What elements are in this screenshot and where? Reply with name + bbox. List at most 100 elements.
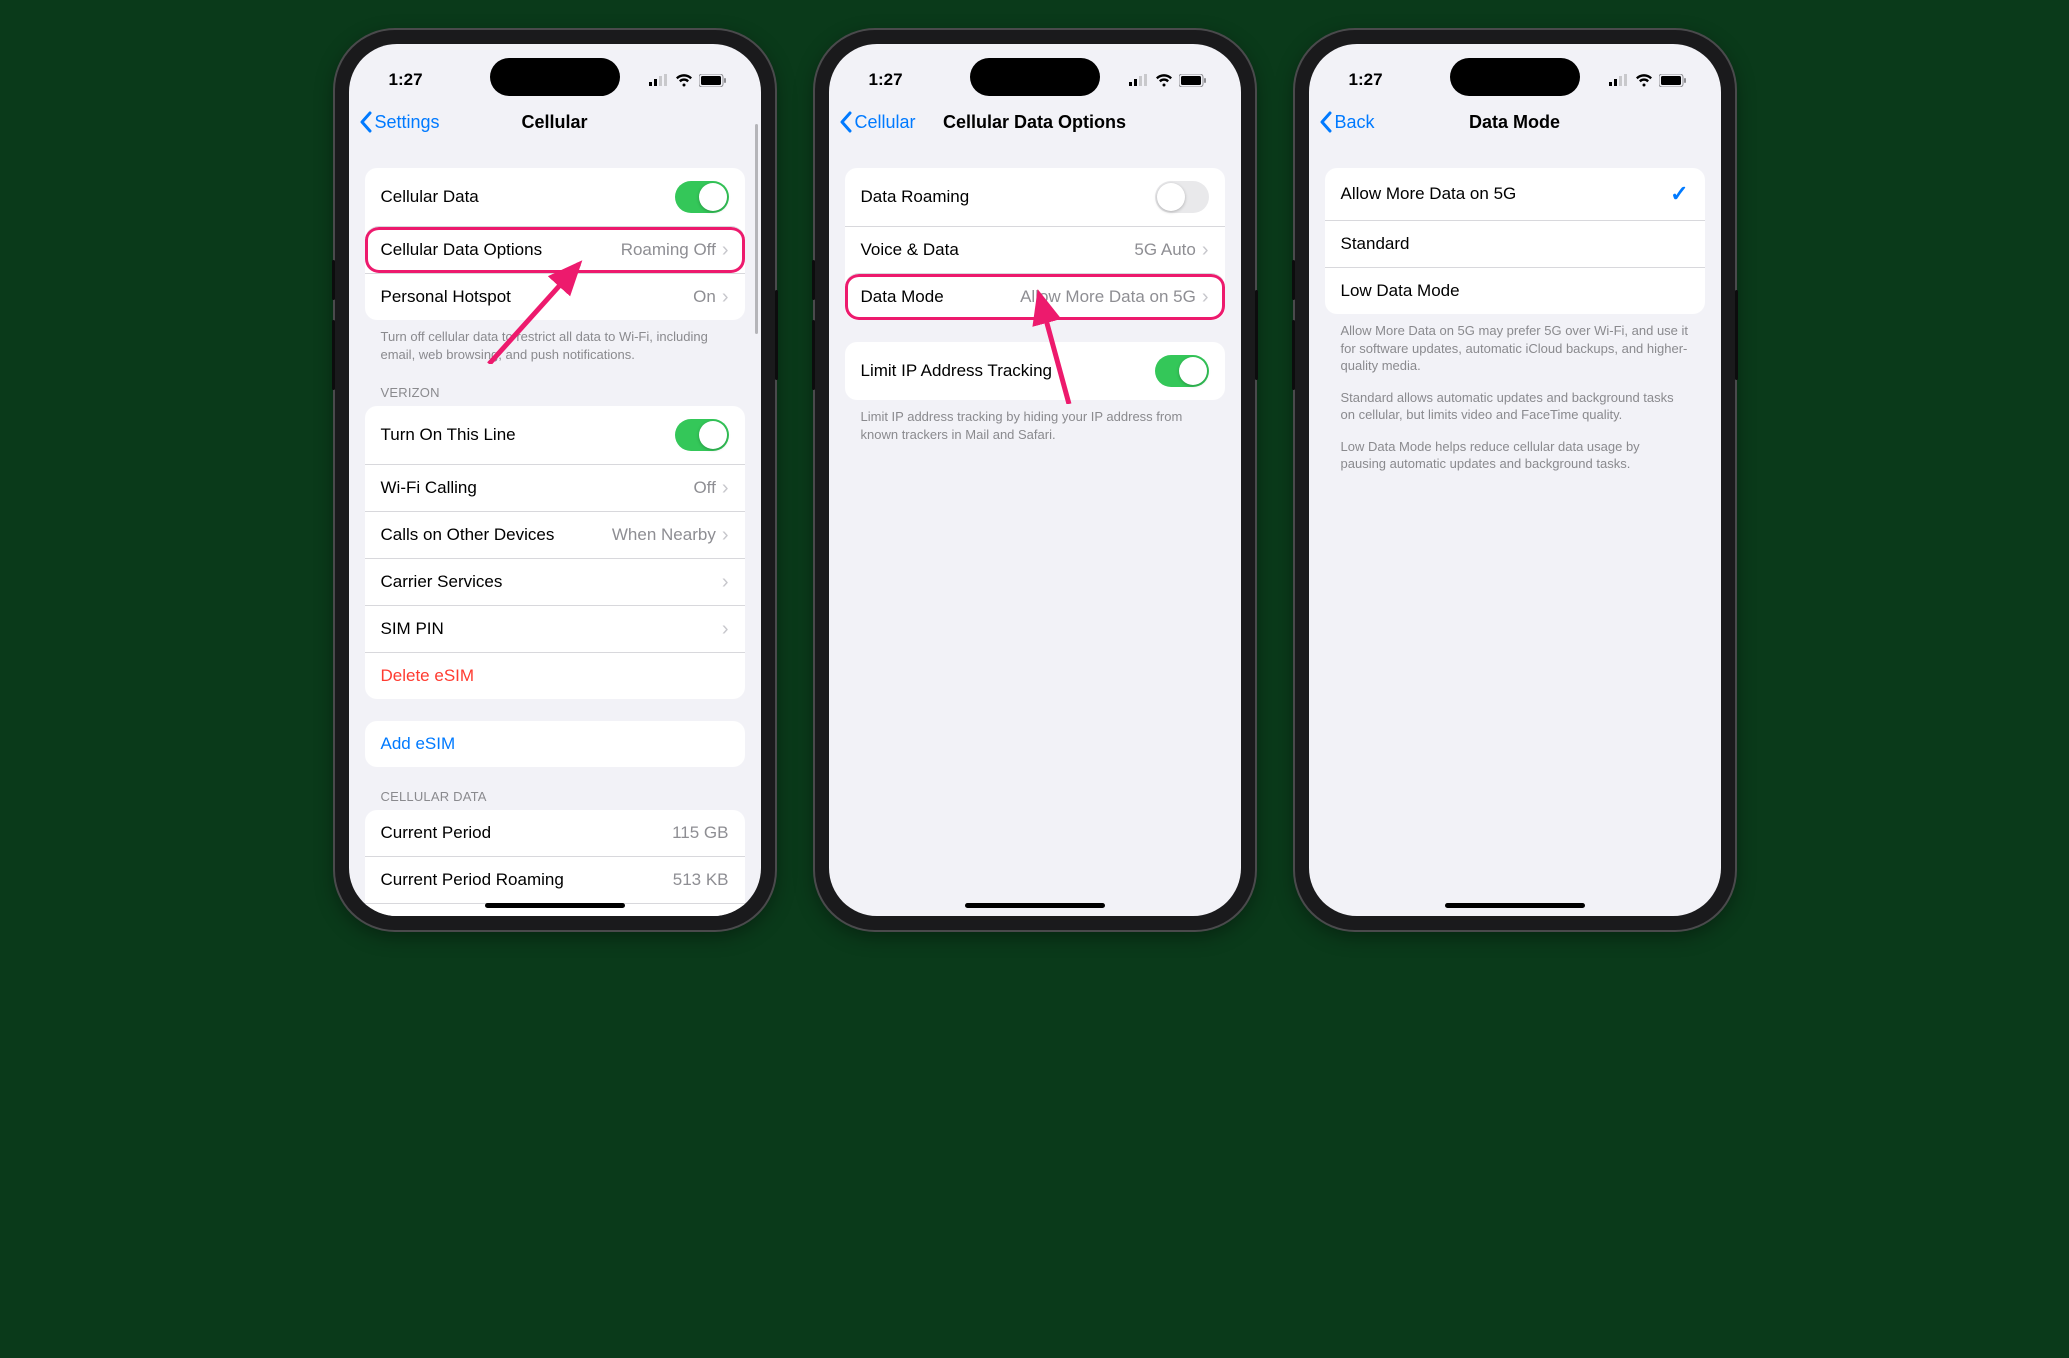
back-label: Settings [375, 112, 440, 133]
row-label: Limit IP Address Tracking [861, 361, 1053, 381]
chevron-right-icon: › [1202, 287, 1209, 307]
checkmark-icon: ✓ [1670, 181, 1688, 207]
cellular-data-toggle[interactable] [675, 181, 729, 213]
row-detail: When Nearby [612, 525, 716, 545]
wifi-icon [1155, 74, 1173, 87]
chevron-right-icon: › [722, 478, 729, 498]
row-label: Data Roaming [861, 187, 970, 207]
settings-content[interactable]: Allow More Data on 5G ✓ Standard Low Dat… [1309, 146, 1721, 916]
back-button[interactable]: Cellular [839, 111, 916, 133]
delete-esim-row[interactable]: Delete eSIM [365, 652, 745, 699]
wifi-calling-row[interactable]: Wi-Fi Calling Off › [365, 464, 745, 511]
calls-other-devices-row[interactable]: Calls on Other Devices When Nearby › [365, 511, 745, 558]
row-label: Personal Hotspot [381, 287, 511, 307]
dynamic-island [970, 58, 1100, 96]
chevron-right-icon: › [722, 619, 729, 639]
status-time: 1:27 [389, 70, 423, 90]
home-indicator[interactable] [965, 903, 1105, 908]
scrollbar-indicator [755, 124, 758, 334]
data-roaming-toggle[interactable] [1155, 181, 1209, 213]
group-footer: Limit IP address tracking by hiding your… [845, 400, 1225, 443]
chevron-left-icon [1319, 111, 1333, 133]
phone-frame-1: 1:27 Settings Cellular Cellular Data [335, 30, 775, 930]
row-detail: Roaming Off [621, 240, 716, 260]
dynamic-island [490, 58, 620, 96]
cellular-group: Cellular Data Cellular Data Options Roam… [365, 168, 745, 320]
voice-data-row[interactable]: Voice & Data 5G Auto › [845, 226, 1225, 273]
verizon-header: VERIZON [365, 363, 745, 406]
turn-on-line-row[interactable]: Turn On This Line [365, 406, 745, 464]
option-standard-row[interactable]: Standard [1325, 220, 1705, 267]
data-options-group: Data Roaming Voice & Data 5G Auto › Data … [845, 168, 1225, 320]
row-label: Low Data Mode [1341, 281, 1460, 301]
nav-bar: Back Data Mode [1309, 102, 1721, 146]
cellular-data-options-row[interactable]: Cellular Data Options Roaming Off › [365, 226, 745, 273]
row-label: Voice & Data [861, 240, 959, 260]
personal-hotspot-row[interactable]: Personal Hotspot On › [365, 273, 745, 320]
row-label: Current Period [381, 823, 492, 843]
row-detail: Off [693, 478, 715, 498]
row-label: Calls on Other Devices [381, 525, 555, 545]
row-detail: 513 KB [673, 870, 729, 890]
chevron-left-icon [359, 111, 373, 133]
row-label: Carrier Services [381, 572, 503, 592]
turn-on-line-toggle[interactable] [675, 419, 729, 451]
chevron-right-icon: › [722, 240, 729, 260]
cellular-data-header: CELLULAR DATA [365, 767, 745, 810]
battery-icon [699, 74, 727, 87]
row-label: Standard [1341, 234, 1410, 254]
chevron-right-icon: › [1202, 240, 1209, 260]
back-button[interactable]: Back [1319, 111, 1375, 133]
back-label: Back [1335, 112, 1375, 133]
cellular-data-row[interactable]: Cellular Data [365, 168, 745, 226]
home-indicator[interactable] [1445, 903, 1585, 908]
row-label: Current Period Roaming [381, 870, 564, 890]
row-label: Delete eSIM [381, 666, 475, 686]
group-footer: Turn off cellular data to restrict all d… [365, 320, 745, 363]
sim-pin-row[interactable]: SIM PIN › [365, 605, 745, 652]
chevron-right-icon: › [722, 287, 729, 307]
option-low-data-row[interactable]: Low Data Mode [1325, 267, 1705, 314]
row-label: Add eSIM [381, 734, 456, 754]
footer-low-data: Low Data Mode helps reduce cellular data… [1325, 424, 1705, 473]
current-period-roaming-row: Current Period Roaming 513 KB [365, 856, 745, 903]
home-indicator[interactable] [485, 903, 625, 908]
ip-tracking-group: Limit IP Address Tracking [845, 342, 1225, 400]
footer-allow-5g: Allow More Data on 5G may prefer 5G over… [1325, 314, 1705, 375]
chevron-left-icon [839, 111, 853, 133]
footer-standard: Standard allows automatic updates and ba… [1325, 375, 1705, 424]
back-button[interactable]: Settings [359, 111, 440, 133]
cellular-signal-icon [1129, 74, 1149, 86]
status-time: 1:27 [1349, 70, 1383, 90]
cellular-signal-icon [1609, 74, 1629, 86]
row-detail: 5G Auto [1134, 240, 1195, 260]
limit-ip-toggle[interactable] [1155, 355, 1209, 387]
row-label: Cellular Data Options [381, 240, 543, 260]
data-mode-options-group: Allow More Data on 5G ✓ Standard Low Dat… [1325, 168, 1705, 314]
data-mode-row[interactable]: Data Mode Allow More Data on 5G› [845, 273, 1225, 320]
carrier-services-row[interactable]: Carrier Services › [365, 558, 745, 605]
wifi-icon [675, 74, 693, 87]
row-label: Cellular Data [381, 187, 479, 207]
row-label: Data Mode [861, 287, 944, 307]
verizon-group: Turn On This Line Wi-Fi Calling Off › Cal… [365, 406, 745, 699]
row-detail: On [693, 287, 716, 307]
row-label: SIM PIN [381, 619, 444, 639]
add-esim-group: Add eSIM [365, 721, 745, 767]
limit-ip-tracking-row[interactable]: Limit IP Address Tracking [845, 342, 1225, 400]
settings-content[interactable]: Data Roaming Voice & Data 5G Auto › Data … [829, 146, 1241, 916]
option-allow-5g-row[interactable]: Allow More Data on 5G ✓ [1325, 168, 1705, 220]
cellular-signal-icon [649, 74, 669, 86]
phone-frame-2: 1:27 Cellular Cellular Data Options Data… [815, 30, 1255, 930]
add-esim-row[interactable]: Add eSIM [365, 721, 745, 767]
nav-bar: Settings Cellular [349, 102, 761, 146]
data-roaming-row[interactable]: Data Roaming [845, 168, 1225, 226]
settings-content[interactable]: Cellular Data Cellular Data Options Roam… [349, 146, 761, 916]
row-label: Allow More Data on 5G [1341, 184, 1517, 204]
nav-bar: Cellular Cellular Data Options [829, 102, 1241, 146]
current-period-row: Current Period 115 GB [365, 810, 745, 856]
row-label: Wi-Fi Calling [381, 478, 477, 498]
dynamic-island [1450, 58, 1580, 96]
chevron-right-icon: › [722, 572, 729, 592]
chevron-right-icon: › [722, 525, 729, 545]
